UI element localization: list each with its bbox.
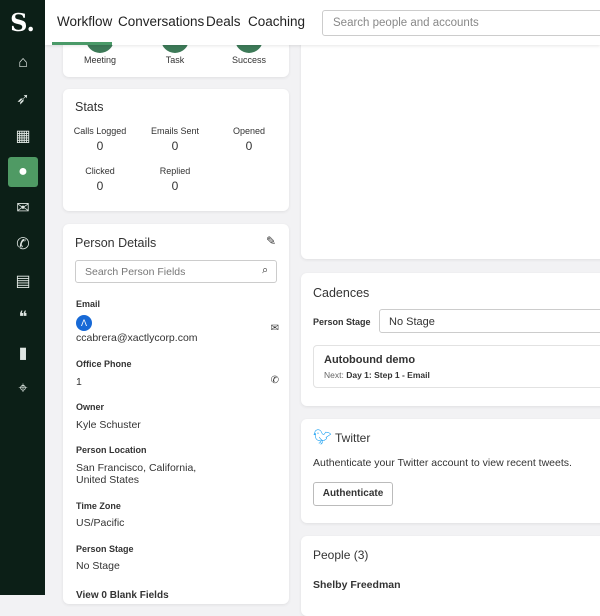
twitter-description: Authenticate your Twitter account to vie… [313,457,572,469]
person-icon[interactable]: ● [8,157,38,187]
header: Workflow Conversations Deals Coaching Se… [45,0,600,45]
person-fields-search-input[interactable]: Search Person Fields ⌕ [75,260,277,283]
phone-icon[interactable]: ✆ [271,375,279,386]
tab-coaching[interactable]: Coaching [248,14,305,29]
mail-icon[interactable]: ✉ [271,323,279,334]
right-top-card [301,30,600,259]
person-stage-label: Person Stage [76,544,134,554]
twitter-title: Twitter [335,431,371,445]
edit-icon[interactable]: ✎ [266,234,276,248]
email-label: Email [76,299,101,309]
search-icon: ⌕ [262,264,268,276]
stat-clicked: Clicked 0 [85,166,115,193]
quote-icon[interactable]: ❝ [8,302,38,332]
tab-workflow[interactable]: Workflow [57,14,112,29]
location-label: Person Location [76,445,147,455]
phone-value: 1 [76,376,82,388]
cadence-next-step: Next: Day 1: Step 1 - Email [324,370,430,380]
mail-icon[interactable]: ✉ [8,193,38,223]
task-label: Task [165,55,185,65]
cadence-name: Autobound demo [324,354,416,366]
search-input[interactable]: Search people and accounts [322,10,600,36]
sidebar: S. ⌂ ➶ ▦ ● ✉ ✆ ▤ ❝ ▮ ⌖ [0,0,45,595]
view-blank-fields-link[interactable]: View 0 Blank Fields [76,590,169,601]
person-details-title: Person Details [75,236,157,250]
owner-value: Kyle Schuster [76,419,141,431]
rocket-icon[interactable]: ➶ [8,84,38,114]
location-value-line2: United States [76,474,140,486]
home-icon[interactable]: ⌂ [8,48,38,78]
email-value[interactable]: ccabrera@xactlycorp.com [76,332,198,344]
autobound-icon[interactable]: Λ [76,315,92,331]
person-stage-select[interactable]: No Stage [379,309,600,333]
stats-title: Stats [75,100,104,114]
active-tab-indicator [52,42,112,45]
cadence-item[interactable]: Autobound demo Next: Day 1: Step 1 - Ema… [313,345,600,388]
crosshair-icon[interactable]: ⌖ [8,374,38,404]
phone-label: Office Phone [76,359,132,369]
people-card: People (3) Shelby Freedman [301,536,600,616]
stat-calls-logged: Calls Logged 0 [73,126,127,153]
logo: S. [10,8,35,37]
timezone-value: US/Pacific [76,517,125,529]
person-details-card: Person Details ✎ Search Person Fields ⌕ E… [63,224,289,604]
stat-emails-sent: Emails Sent 0 [150,126,200,153]
timezone-label: Time Zone [76,501,121,511]
stat-replied: Replied 0 [159,166,191,193]
location-value-line1: San Francisco, California, [76,462,197,474]
tab-conversations[interactable]: Conversations [118,14,204,29]
stats-card: Stats Calls Logged 0 Emails Sent 0 Opened 0… [63,89,289,211]
success-label: Success [231,55,266,65]
owner-label: Owner [76,402,105,412]
cadences-card: Cadences Person Stage No Stage Autobound… [301,273,600,406]
authenticate-button[interactable]: Authenticate [313,482,393,506]
person-stage-value: No Stage [76,560,120,572]
stat-opened: Opened 0 [232,126,266,153]
document-icon[interactable]: ▤ [8,266,38,296]
phone-icon[interactable]: ✆ [8,229,38,259]
person-list-item[interactable]: Shelby Freedman [313,579,401,591]
meeting-label: Meeting [83,55,117,65]
twitter-card: 🐦︎ Twitter Authenticate your Twitter acc… [301,419,600,523]
buildings-icon[interactable]: ▦ [8,121,38,151]
chart-icon[interactable]: ▮ [8,338,38,368]
cadence-stage-label: Person Stage [313,317,371,327]
people-title: People (3) [313,548,369,562]
tab-deals[interactable]: Deals [206,14,241,29]
twitter-icon: 🐦︎ [313,429,333,446]
cadences-title: Cadences [313,286,370,300]
